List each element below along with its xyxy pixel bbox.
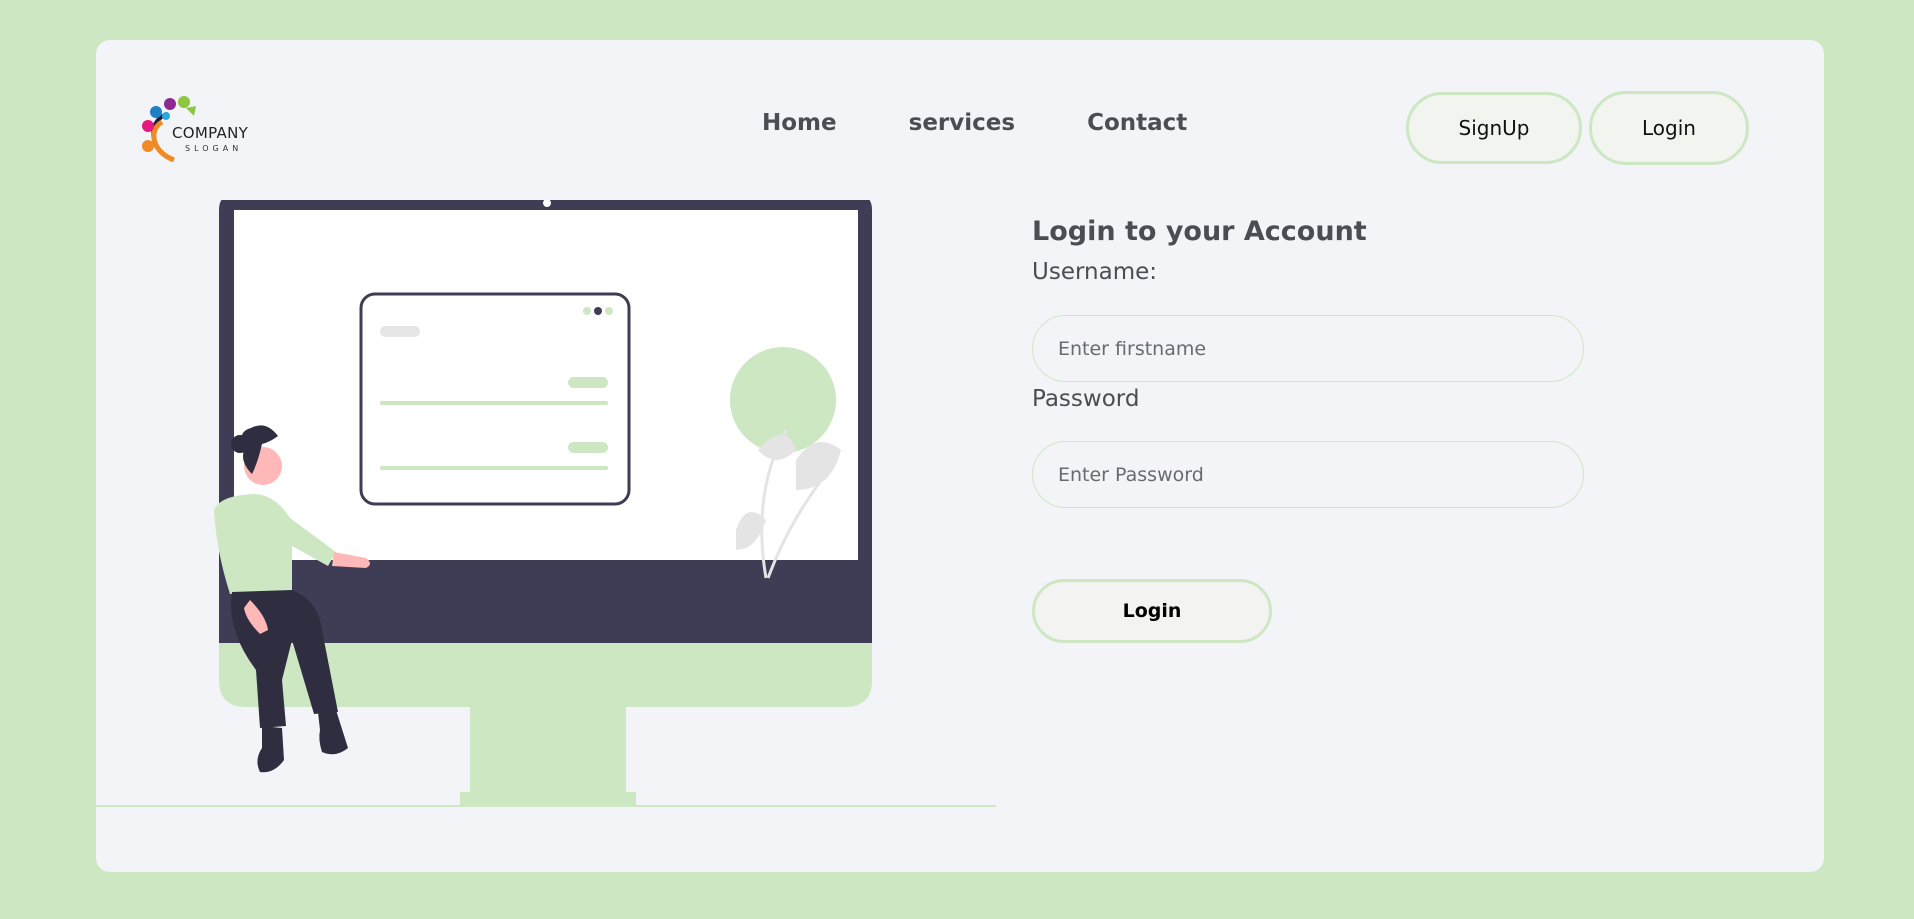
logo-slogan-text: SLOGAN bbox=[185, 144, 243, 153]
password-label: Password bbox=[1032, 386, 1140, 412]
nav-services[interactable]: services bbox=[909, 110, 1015, 136]
username-label: Username: bbox=[1032, 259, 1157, 285]
header-login-button[interactable]: Login bbox=[1589, 91, 1749, 165]
company-logo[interactable]: COMPANY SLOGAN bbox=[140, 94, 260, 162]
form-title: Login to your Account bbox=[1032, 216, 1367, 247]
main-nav: Home services Contact bbox=[762, 110, 1187, 136]
main-card: COMPANY SLOGAN Home services Contact Sig… bbox=[96, 40, 1824, 872]
login-submit-button[interactable]: Login bbox=[1032, 579, 1272, 643]
login-illustration bbox=[96, 200, 996, 807]
nav-contact[interactable]: Contact bbox=[1087, 110, 1187, 136]
nav-home[interactable]: Home bbox=[762, 110, 837, 136]
logo-company-text: COMPANY bbox=[172, 124, 249, 142]
password-input[interactable] bbox=[1032, 441, 1584, 508]
username-input[interactable] bbox=[1032, 315, 1584, 382]
signup-button[interactable]: SignUp bbox=[1406, 92, 1582, 164]
